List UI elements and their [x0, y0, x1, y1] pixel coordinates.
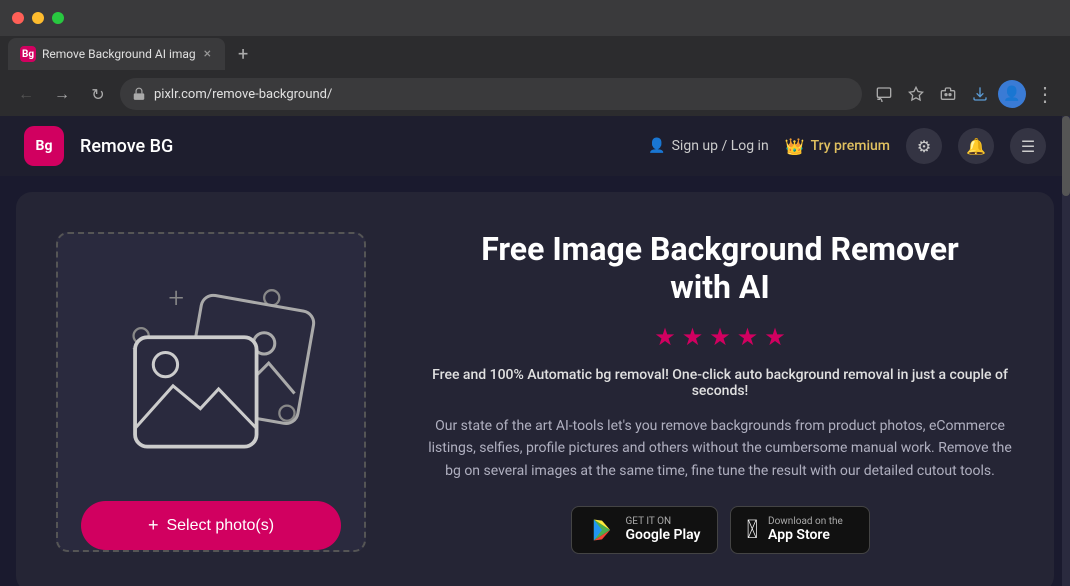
svg-text:+: +	[168, 282, 183, 314]
logo-badge: Bg	[24, 126, 64, 166]
tab-bar: Bg Remove Background AI imag × +	[0, 36, 1070, 72]
address-bar[interactable]: pixlr.com/remove-background/	[120, 78, 862, 110]
logo-text: Remove BG	[80, 136, 173, 157]
window-controls	[12, 12, 64, 24]
nav-actions: 👤 ⋮	[870, 80, 1058, 108]
apple-icon: 	[747, 515, 759, 545]
main-content: + + +	[16, 192, 1054, 586]
app-buttons: GET IT ON Google Play  Download on the …	[571, 506, 870, 554]
forward-button[interactable]: →	[48, 80, 76, 108]
description-primary: Free and 100% Automatic bg removal! One-…	[426, 367, 1014, 399]
try-premium-button[interactable]: 👑 Try premium	[785, 137, 890, 156]
star-1: ★	[654, 323, 676, 351]
right-content: Free Image Background Remover with AI ★ …	[426, 230, 1014, 554]
signin-link[interactable]: 👤 Sign up / Log in	[648, 138, 769, 154]
notifications-button[interactable]: 🔔	[958, 128, 994, 164]
upload-area[interactable]: + + +	[56, 232, 366, 552]
extensions-icon[interactable]	[934, 80, 962, 108]
star-5: ★	[764, 323, 786, 351]
description-secondary: Our state of the art AI-tools let's you …	[426, 415, 1014, 482]
scrollbar-thumb[interactable]	[1062, 116, 1070, 196]
menu-button[interactable]: ☰	[1010, 128, 1046, 164]
minimize-window-button[interactable]	[32, 12, 44, 24]
google-play-button[interactable]: GET IT ON Google Play	[571, 506, 718, 554]
scrollbar-track	[1062, 116, 1070, 586]
gear-icon: ⚙	[917, 137, 931, 156]
star-4: ★	[737, 323, 759, 351]
active-tab[interactable]: Bg Remove Background AI imag ×	[8, 38, 225, 70]
select-photos-button[interactable]: + Select photo(s)	[81, 501, 341, 550]
refresh-icon: ↻	[91, 85, 104, 104]
website: Bg Remove BG 👤 Sign up / Log in 👑 Try pr…	[0, 116, 1070, 586]
upload-illustration: + + +	[58, 234, 364, 477]
google-play-icon	[588, 515, 616, 545]
site-nav: Bg Remove BG 👤 Sign up / Log in 👑 Try pr…	[0, 116, 1070, 176]
nav-bar: ← → ↻ pixlr.com/remove-background/	[0, 72, 1070, 116]
lock-icon	[132, 87, 146, 101]
maximize-window-button[interactable]	[52, 12, 64, 24]
hamburger-icon: ☰	[1021, 137, 1035, 156]
close-window-button[interactable]	[12, 12, 24, 24]
app-store-text: Download on the App Store	[768, 516, 843, 543]
download-icon[interactable]	[966, 80, 994, 108]
person-icon: 👤	[648, 138, 665, 154]
cast-icon[interactable]	[870, 80, 898, 108]
crown-icon: 👑	[785, 137, 805, 156]
back-icon: ←	[18, 84, 34, 104]
star-3: ★	[709, 323, 731, 351]
refresh-button[interactable]: ↻	[84, 80, 112, 108]
browser-chrome: Bg Remove Background AI imag × + ← → ↻ p…	[0, 0, 1070, 116]
star-rating: ★ ★ ★ ★ ★	[654, 323, 786, 351]
select-button-label: Select photo(s)	[166, 517, 274, 535]
tab-close-button[interactable]: ×	[202, 44, 213, 64]
new-tab-button[interactable]: +	[229, 40, 257, 68]
profile-icon[interactable]: 👤	[998, 80, 1026, 108]
bookmark-icon[interactable]	[902, 80, 930, 108]
settings-button[interactable]: ⚙	[906, 128, 942, 164]
title-bar	[0, 0, 1070, 36]
star-2: ★	[682, 323, 704, 351]
hero-title: Free Image Background Remover with AI	[481, 230, 959, 307]
google-play-text: GET IT ON Google Play	[626, 516, 701, 543]
bell-icon: 🔔	[966, 137, 986, 156]
app-store-button[interactable]:  Download on the App Store	[730, 506, 870, 554]
tab-favicon: Bg	[20, 46, 36, 62]
plus-icon: +	[148, 515, 159, 536]
url-text: pixlr.com/remove-background/	[154, 87, 850, 102]
menu-dots-icon[interactable]: ⋮	[1030, 80, 1058, 108]
forward-icon: →	[54, 84, 70, 104]
tab-title: Remove Background AI imag	[42, 47, 196, 61]
back-button[interactable]: ←	[12, 80, 40, 108]
